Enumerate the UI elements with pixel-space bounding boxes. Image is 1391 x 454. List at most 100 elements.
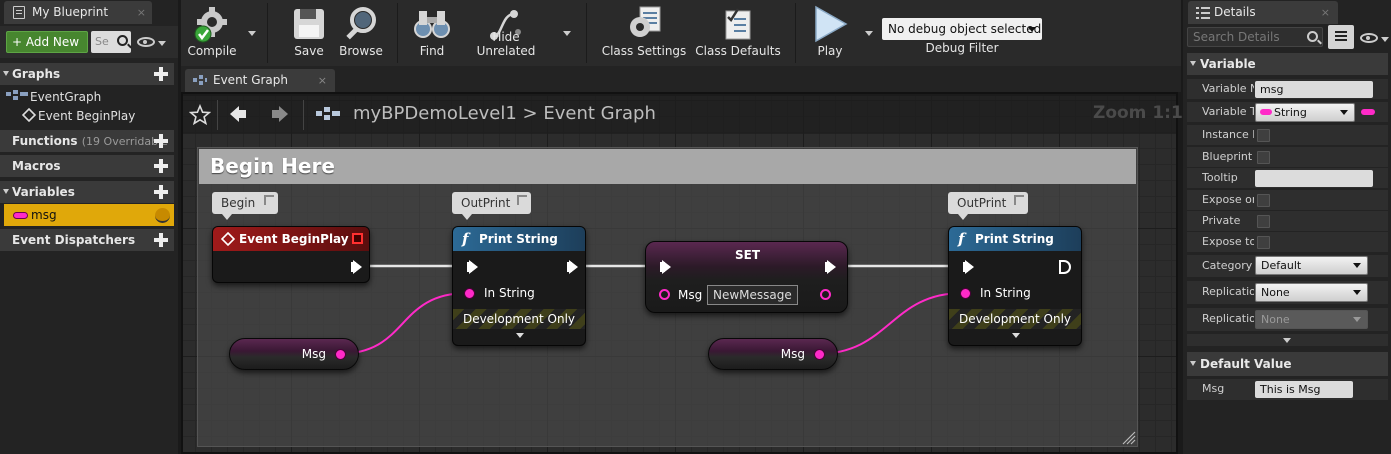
find-button[interactable]: Find	[412, 2, 452, 64]
debug-object-select[interactable]: No debug object selected	[882, 18, 1042, 40]
favorite-star-icon[interactable]	[189, 104, 211, 126]
play-button[interactable]: Play	[805, 2, 855, 64]
delegate-pin-icon[interactable]	[352, 233, 363, 244]
event-graph-item[interactable]: EventGraph	[4, 88, 101, 104]
add-dispatcher-plus-icon[interactable]	[154, 233, 168, 247]
event-beginplay-node[interactable]: Event BeginPlay	[212, 226, 370, 283]
replication-condition-select[interactable]: None	[1255, 310, 1368, 329]
macros-section-header[interactable]: Macros	[0, 155, 174, 177]
compile-options-chevron-down-icon[interactable]	[248, 31, 256, 36]
msg-output-pin[interactable]	[820, 289, 831, 300]
print-string-node[interactable]: f Print String In String Development Onl…	[948, 226, 1082, 346]
add-macro-plus-icon[interactable]	[154, 159, 168, 173]
msg-output-pin[interactable]	[814, 349, 825, 360]
save-button[interactable]: Save	[289, 2, 329, 64]
exec-out-pin[interactable]	[351, 260, 362, 274]
replication-select[interactable]: None	[1255, 283, 1368, 302]
print-string-node[interactable]: f Print String In String Development Onl…	[452, 226, 586, 346]
expand-node-chevron-down-icon[interactable]	[1012, 333, 1020, 338]
pin-icon[interactable]	[264, 195, 274, 205]
variable-type-select[interactable]: String	[1255, 103, 1355, 122]
hide-unrelated-button[interactable]: Hide Unrelated	[462, 2, 550, 64]
exec-in-pin[interactable]	[963, 260, 974, 274]
my-blueprint-search-input[interactable]: Se	[91, 31, 131, 53]
blueprint-read-only-checkbox[interactable]	[1257, 151, 1270, 164]
msg-input-pin[interactable]	[659, 289, 670, 300]
details-tab[interactable]: Details ×	[1188, 1, 1338, 24]
advanced-expander[interactable]	[1187, 334, 1388, 346]
category-select[interactable]: Default	[1255, 256, 1368, 275]
variable-name-input[interactable]: msg	[1255, 81, 1373, 98]
forward-arrow-icon[interactable]	[270, 104, 290, 124]
class-settings-button[interactable]: Class Settings	[600, 2, 688, 64]
exec-out-pin[interactable]	[825, 260, 836, 274]
msg-getter-node[interactable]: Msg	[229, 338, 359, 370]
in-string-pin[interactable]	[960, 288, 971, 299]
class-defaults-button[interactable]: Class Defaults	[694, 2, 782, 64]
close-icon[interactable]: ×	[318, 69, 327, 92]
functions-section-header[interactable]: Functions (19 Overridable	[0, 130, 174, 152]
outprint-comment-bubble[interactable]: OutPrint	[948, 192, 1028, 220]
add-function-plus-icon[interactable]	[154, 134, 168, 148]
event-beginplay-item[interactable]: Event BeginPlay	[21, 107, 135, 123]
chevron-down-icon[interactable]	[1381, 37, 1389, 42]
tooltip-label: Tooltip	[1202, 171, 1238, 184]
exec-in-pin[interactable]	[660, 260, 671, 274]
browse-button[interactable]: Browse	[338, 2, 384, 64]
add-variable-plus-icon[interactable]	[154, 185, 168, 199]
variable-section-header[interactable]: Variable	[1187, 53, 1388, 75]
comment-title[interactable]: Begin Here	[199, 149, 1136, 184]
begin-comment-bubble[interactable]: Begin	[212, 192, 278, 220]
graph-breadcrumb[interactable]: myBPDemoLevel1 > Event Graph	[353, 103, 656, 124]
expose-on-spawn-checkbox[interactable]	[1257, 194, 1270, 207]
close-icon[interactable]: ×	[137, 1, 146, 24]
add-graph-plus-icon[interactable]	[154, 67, 168, 81]
toolbar-divider	[586, 3, 587, 63]
instance-editable-label: Instance E	[1202, 128, 1254, 141]
default-value-section-header[interactable]: Default Value	[1187, 352, 1388, 376]
set-variable-node[interactable]: SET Msg NewMessage	[645, 241, 848, 313]
outprint-comment-bubble[interactable]: OutPrint	[452, 192, 531, 220]
msg-getter-node[interactable]: Msg	[708, 338, 838, 370]
expand-arrow-icon	[1190, 361, 1196, 366]
view-options-eye-icon[interactable]	[137, 37, 155, 47]
variables-label: Variables	[12, 185, 75, 199]
pin-icon[interactable]	[517, 195, 527, 205]
event-dispatchers-section-header[interactable]: Event Dispatchers	[0, 229, 174, 251]
tooltip-input[interactable]	[1255, 170, 1373, 187]
expose-to-cinematics-checkbox[interactable]	[1257, 236, 1270, 249]
in-string-pin[interactable]	[464, 288, 475, 299]
graphs-section-header[interactable]: Graphs	[0, 63, 174, 85]
development-only-banner: Development Only	[453, 309, 585, 329]
play-options-chevron-down-icon[interactable]	[865, 31, 873, 36]
exec-in-pin[interactable]	[467, 260, 478, 274]
exec-out-pin[interactable]	[567, 260, 578, 274]
variable-visibility-icon[interactable]	[155, 208, 170, 223]
details-search-input[interactable]: Search Details	[1187, 27, 1323, 47]
pin-icon[interactable]	[1014, 195, 1024, 205]
hide-unrelated-options-chevron-down-icon[interactable]	[563, 31, 571, 36]
my-blueprint-tab[interactable]: My Blueprint ×	[4, 1, 152, 24]
add-new-button[interactable]: + Add New	[6, 31, 88, 53]
default-msg-input[interactable]: This is Msg	[1255, 381, 1353, 398]
chevron-down-icon[interactable]	[158, 41, 166, 46]
msg-output-pin[interactable]	[335, 349, 346, 360]
print-string-title: Print String	[479, 232, 558, 246]
tab-event-graph[interactable]: Event Graph ×	[185, 69, 335, 92]
event-beginplay-title: Event BeginPlay	[239, 232, 349, 246]
set-msg-value-input[interactable]: NewMessage	[707, 285, 798, 305]
private-checkbox[interactable]	[1257, 215, 1270, 228]
instance-editable-checkbox[interactable]	[1257, 129, 1270, 142]
exec-out-pin-unconnected[interactable]	[1059, 260, 1071, 274]
compile-button[interactable]: Compile	[186, 2, 238, 64]
variables-section-header[interactable]: Variables	[0, 181, 174, 203]
resize-grip-icon[interactable]	[1122, 431, 1136, 445]
view-options-eye-icon[interactable]	[1360, 33, 1378, 43]
variable-item-msg[interactable]: msg	[4, 204, 174, 226]
property-matrix-button[interactable]	[1328, 25, 1354, 49]
container-type-pill-icon[interactable]	[1361, 109, 1375, 115]
msg-getter-label: Msg	[780, 347, 805, 361]
expand-node-chevron-down-icon[interactable]	[516, 333, 524, 338]
close-icon[interactable]: ×	[1321, 1, 1330, 24]
back-arrow-icon[interactable]	[228, 104, 248, 124]
